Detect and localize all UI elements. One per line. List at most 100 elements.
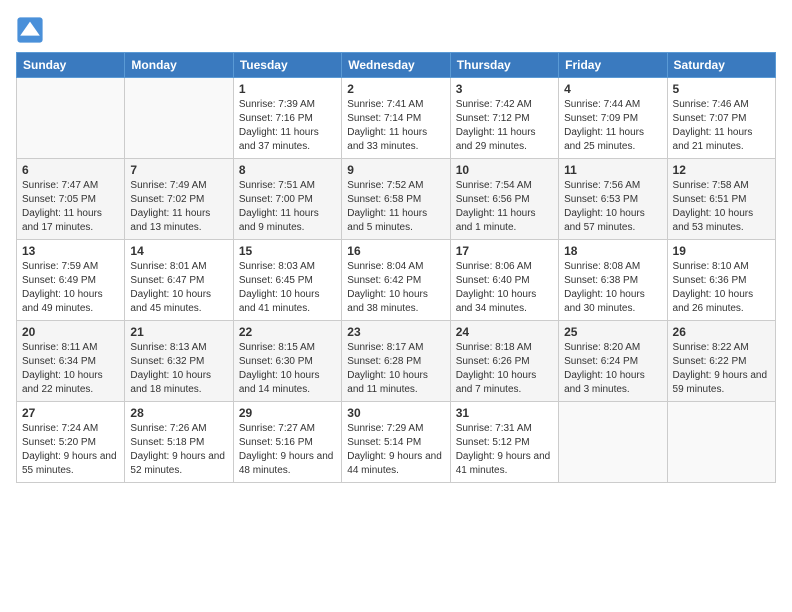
day-number: 20 bbox=[22, 325, 119, 339]
day-info: Sunrise: 8:11 AM Sunset: 6:34 PM Dayligh… bbox=[22, 341, 119, 397]
day-number: 13 bbox=[22, 244, 119, 258]
day-number: 26 bbox=[673, 325, 770, 339]
day-of-week-header: Wednesday bbox=[342, 53, 450, 78]
calendar-cell: 7 Sunrise: 7:49 AM Sunset: 7:02 PM Daylig… bbox=[125, 159, 233, 240]
day-number: 7 bbox=[130, 163, 227, 177]
calendar-week-row: 27Sunrise: 7:24 AM Sunset: 5:20 PM Dayli… bbox=[17, 402, 776, 483]
day-info: Sunrise: 8:06 AM Sunset: 6:40 PM Dayligh… bbox=[456, 260, 553, 316]
day-info: Sunrise: 8:10 AM Sunset: 6:36 PM Dayligh… bbox=[673, 260, 770, 316]
day-info: Sunrise: 7:49 AM Sunset: 7:02 PM Dayligh… bbox=[130, 179, 227, 235]
day-info: Sunrise: 7:24 AM Sunset: 5:20 PM Dayligh… bbox=[22, 422, 119, 478]
day-number: 5 bbox=[673, 82, 770, 96]
calendar-cell: 18 Sunrise: 8:08 AM Sunset: 6:38 PM Dayli… bbox=[559, 240, 667, 321]
logo bbox=[16, 16, 48, 44]
day-info: Sunrise: 8:04 AM Sunset: 6:42 PM Dayligh… bbox=[347, 260, 444, 316]
day-info: Sunrise: 7:58 AM Sunset: 6:51 PM Dayligh… bbox=[673, 179, 770, 235]
calendar-cell: 10 Sunrise: 7:54 AM Sunset: 6:56 PM Dayli… bbox=[450, 159, 558, 240]
calendar-week-row: 20 Sunrise: 8:11 AM Sunset: 6:34 PM Dayli… bbox=[17, 321, 776, 402]
day-number: 15 bbox=[239, 244, 336, 258]
day-number: 31 bbox=[456, 406, 553, 420]
day-number: 17 bbox=[456, 244, 553, 258]
day-info: Sunrise: 7:44 AM Sunset: 7:09 PM Dayligh… bbox=[564, 98, 661, 154]
calendar-cell: 29 Sunrise: 7:27 AM Sunset: 5:16 PM Dayli… bbox=[233, 402, 341, 483]
day-info: Sunrise: 7:39 AM Sunset: 7:16 PM Dayligh… bbox=[239, 98, 336, 154]
day-info: Sunrise: 7:56 AM Sunset: 6:53 PM Dayligh… bbox=[564, 179, 661, 235]
day-number: 8 bbox=[239, 163, 336, 177]
calendar-cell: 28Sunrise: 7:26 AM Sunset: 5:18 PM Dayli… bbox=[125, 402, 233, 483]
day-number: 29 bbox=[239, 406, 336, 420]
day-number: 23 bbox=[347, 325, 444, 339]
day-number: 16 bbox=[347, 244, 444, 258]
day-number: 4 bbox=[564, 82, 661, 96]
calendar-cell: 27Sunrise: 7:24 AM Sunset: 5:20 PM Dayli… bbox=[17, 402, 125, 483]
calendar-cell bbox=[125, 78, 233, 159]
calendar-cell bbox=[17, 78, 125, 159]
day-info: Sunrise: 8:20 AM Sunset: 6:24 PM Dayligh… bbox=[564, 341, 661, 397]
day-of-week-header: Monday bbox=[125, 53, 233, 78]
calendar-cell bbox=[559, 402, 667, 483]
day-number: 2 bbox=[347, 82, 444, 96]
day-info: Sunrise: 7:51 AM Sunset: 7:00 PM Dayligh… bbox=[239, 179, 336, 235]
calendar-cell: 21 Sunrise: 8:13 AM Sunset: 6:32 PM Dayli… bbox=[125, 321, 233, 402]
calendar-table: SundayMondayTuesdayWednesdayThursdayFrid… bbox=[16, 52, 776, 483]
calendar-cell bbox=[667, 402, 775, 483]
day-number: 11 bbox=[564, 163, 661, 177]
calendar-cell: 9 Sunrise: 7:52 AM Sunset: 6:58 PM Daylig… bbox=[342, 159, 450, 240]
day-info: Sunrise: 7:54 AM Sunset: 6:56 PM Dayligh… bbox=[456, 179, 553, 235]
day-info: Sunrise: 8:08 AM Sunset: 6:38 PM Dayligh… bbox=[564, 260, 661, 316]
day-number: 12 bbox=[673, 163, 770, 177]
calendar-cell: 12 Sunrise: 7:58 AM Sunset: 6:51 PM Dayli… bbox=[667, 159, 775, 240]
day-number: 22 bbox=[239, 325, 336, 339]
day-info: Sunrise: 7:27 AM Sunset: 5:16 PM Dayligh… bbox=[239, 422, 336, 478]
calendar-cell: 5 Sunrise: 7:46 AM Sunset: 7:07 PM Daylig… bbox=[667, 78, 775, 159]
day-number: 6 bbox=[22, 163, 119, 177]
day-number: 24 bbox=[456, 325, 553, 339]
day-info: Sunrise: 8:22 AM Sunset: 6:22 PM Dayligh… bbox=[673, 341, 770, 397]
day-info: Sunrise: 7:42 AM Sunset: 7:12 PM Dayligh… bbox=[456, 98, 553, 154]
day-info: Sunrise: 7:59 AM Sunset: 6:49 PM Dayligh… bbox=[22, 260, 119, 316]
day-info: Sunrise: 7:26 AM Sunset: 5:18 PM Dayligh… bbox=[130, 422, 227, 478]
day-info: Sunrise: 7:41 AM Sunset: 7:14 PM Dayligh… bbox=[347, 98, 444, 154]
calendar-cell: 20 Sunrise: 8:11 AM Sunset: 6:34 PM Dayli… bbox=[17, 321, 125, 402]
day-number: 25 bbox=[564, 325, 661, 339]
day-of-week-header: Friday bbox=[559, 53, 667, 78]
calendar-cell: 19Sunrise: 8:10 AM Sunset: 6:36 PM Dayli… bbox=[667, 240, 775, 321]
day-info: Sunrise: 7:29 AM Sunset: 5:14 PM Dayligh… bbox=[347, 422, 444, 478]
day-number: 10 bbox=[456, 163, 553, 177]
calendar-cell: 1 Sunrise: 7:39 AM Sunset: 7:16 PM Daylig… bbox=[233, 78, 341, 159]
calendar-cell: 30Sunrise: 7:29 AM Sunset: 5:14 PM Dayli… bbox=[342, 402, 450, 483]
day-info: Sunrise: 8:13 AM Sunset: 6:32 PM Dayligh… bbox=[130, 341, 227, 397]
calendar-cell: 23 Sunrise: 8:17 AM Sunset: 6:28 PM Dayli… bbox=[342, 321, 450, 402]
calendar-cell: 31Sunrise: 7:31 AM Sunset: 5:12 PM Dayli… bbox=[450, 402, 558, 483]
day-number: 1 bbox=[239, 82, 336, 96]
calendar-cell: 14 Sunrise: 8:01 AM Sunset: 6:47 PM Dayli… bbox=[125, 240, 233, 321]
calendar-cell: 4 Sunrise: 7:44 AM Sunset: 7:09 PM Daylig… bbox=[559, 78, 667, 159]
calendar-cell: 17 Sunrise: 8:06 AM Sunset: 6:40 PM Dayli… bbox=[450, 240, 558, 321]
calendar-cell: 8 Sunrise: 7:51 AM Sunset: 7:00 PM Daylig… bbox=[233, 159, 341, 240]
day-number: 14 bbox=[130, 244, 227, 258]
day-number: 21 bbox=[130, 325, 227, 339]
day-number: 18 bbox=[564, 244, 661, 258]
day-info: Sunrise: 7:46 AM Sunset: 7:07 PM Dayligh… bbox=[673, 98, 770, 154]
day-info: Sunrise: 8:01 AM Sunset: 6:47 PM Dayligh… bbox=[130, 260, 227, 316]
calendar-cell: 2 Sunrise: 7:41 AM Sunset: 7:14 PM Daylig… bbox=[342, 78, 450, 159]
calendar-cell: 26 Sunrise: 8:22 AM Sunset: 6:22 PM Dayli… bbox=[667, 321, 775, 402]
calendar-cell: 3 Sunrise: 7:42 AM Sunset: 7:12 PM Daylig… bbox=[450, 78, 558, 159]
calendar-cell: 16 Sunrise: 8:04 AM Sunset: 6:42 PM Dayli… bbox=[342, 240, 450, 321]
calendar-cell: 6Sunrise: 7:47 AM Sunset: 7:05 PM Daylig… bbox=[17, 159, 125, 240]
day-info: Sunrise: 8:17 AM Sunset: 6:28 PM Dayligh… bbox=[347, 341, 444, 397]
calendar-cell: 11 Sunrise: 7:56 AM Sunset: 6:53 PM Dayli… bbox=[559, 159, 667, 240]
calendar-cell: 22 Sunrise: 8:15 AM Sunset: 6:30 PM Dayli… bbox=[233, 321, 341, 402]
day-info: Sunrise: 8:15 AM Sunset: 6:30 PM Dayligh… bbox=[239, 341, 336, 397]
page-header bbox=[16, 16, 776, 44]
day-number: 9 bbox=[347, 163, 444, 177]
calendar-header-row: SundayMondayTuesdayWednesdayThursdayFrid… bbox=[17, 53, 776, 78]
day-info: Sunrise: 7:52 AM Sunset: 6:58 PM Dayligh… bbox=[347, 179, 444, 235]
day-of-week-header: Thursday bbox=[450, 53, 558, 78]
day-number: 3 bbox=[456, 82, 553, 96]
logo-icon bbox=[16, 16, 44, 44]
day-of-week-header: Tuesday bbox=[233, 53, 341, 78]
calendar-cell: 13 Sunrise: 7:59 AM Sunset: 6:49 PM Dayli… bbox=[17, 240, 125, 321]
day-info: Sunrise: 8:03 AM Sunset: 6:45 PM Dayligh… bbox=[239, 260, 336, 316]
calendar-week-row: 6Sunrise: 7:47 AM Sunset: 7:05 PM Daylig… bbox=[17, 159, 776, 240]
